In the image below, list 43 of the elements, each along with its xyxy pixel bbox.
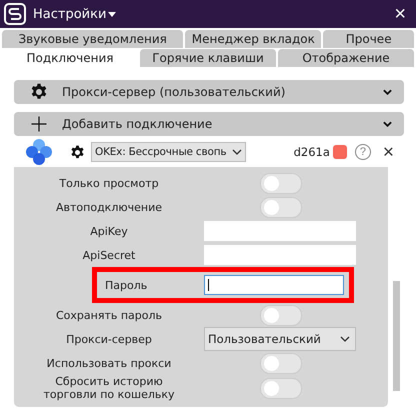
chevron-down-icon bbox=[232, 149, 242, 155]
section-header[interactable]: Добавить подключение bbox=[14, 112, 404, 136]
section-title: Добавить подключение bbox=[62, 117, 212, 131]
toggle-switch[interactable] bbox=[260, 172, 302, 194]
four-circles-logo-icon bbox=[26, 139, 52, 165]
window-title[interactable]: Настройки bbox=[33, 6, 106, 22]
toggle-switch[interactable] bbox=[260, 352, 302, 374]
setting-label: Сбросить историю торговли по кошельку bbox=[42, 375, 176, 401]
tab[interactable]: Звуковые уведомления bbox=[2, 30, 184, 48]
tab[interactable]: Отображение bbox=[278, 49, 414, 67]
scrollbar[interactable] bbox=[393, 281, 400, 391]
tab[interactable]: Горячие клавиши bbox=[140, 49, 276, 67]
gear-icon bbox=[30, 83, 48, 101]
remove-button[interactable]: × bbox=[382, 142, 394, 162]
plus-icon bbox=[30, 115, 48, 133]
setting-label: Автоподключение bbox=[55, 200, 163, 214]
caret-icon[interactable] bbox=[108, 12, 116, 16]
setting-label: Прокси-сервер bbox=[65, 332, 153, 346]
close-button[interactable]: × bbox=[394, 4, 406, 24]
chevron-down-icon bbox=[383, 121, 392, 127]
setting-label: ApiSecret bbox=[82, 248, 136, 262]
text-field[interactable] bbox=[204, 275, 344, 295]
color-swatch[interactable] bbox=[332, 145, 347, 159]
toggle-switch[interactable] bbox=[260, 196, 302, 218]
tab[interactable]: Менеджер вкладок bbox=[185, 30, 322, 48]
section-header[interactable]: Прокси-сервер (пользовательский) bbox=[14, 80, 404, 104]
setting-label: Использовать прокси bbox=[46, 356, 172, 370]
help-button[interactable]: ? bbox=[354, 144, 371, 160]
setting-label: Сохранять пароль bbox=[55, 308, 163, 322]
app-logo-icon bbox=[4, 3, 26, 25]
section-title: Прокси-сервер (пользовательский) bbox=[62, 85, 286, 99]
toggle-switch[interactable] bbox=[260, 378, 302, 398]
setting-label: ApiKey bbox=[89, 224, 129, 238]
toggle-switch[interactable] bbox=[260, 304, 302, 326]
chevron-down-icon bbox=[383, 89, 392, 95]
setting-label: Пароль bbox=[104, 278, 148, 292]
setting-label: Только просмотр bbox=[58, 176, 160, 190]
chevron-down-icon bbox=[340, 336, 350, 342]
tab[interactable]: Прочее bbox=[323, 30, 414, 48]
proxy-select[interactable]: Пользовательский bbox=[204, 327, 356, 351]
exchange-select[interactable]: OKEx: Бессрочные свопь bbox=[91, 142, 246, 162]
account-id: d261a bbox=[294, 145, 330, 159]
gear-icon[interactable] bbox=[70, 144, 85, 160]
